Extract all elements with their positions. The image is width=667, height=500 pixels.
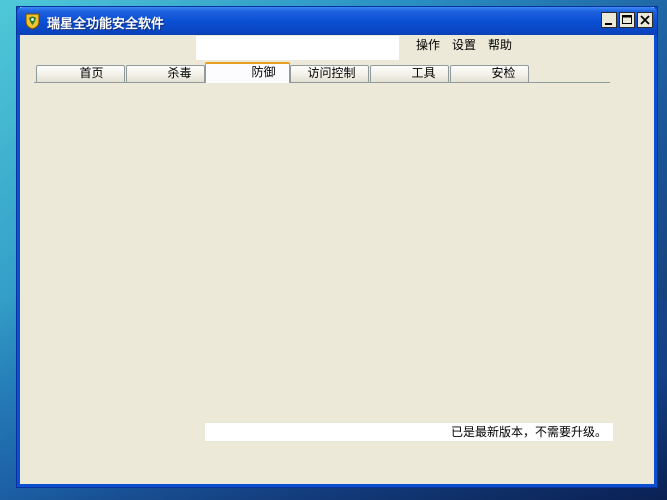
menu-help[interactable]: 帮助 [482,37,518,53]
tab-tools[interactable]: 工具 [370,65,449,82]
menu-operation[interactable]: 操作 [410,37,446,53]
rising-lion-icon [25,13,40,30]
tab-antivirus[interactable]: 杀毒 [126,65,205,82]
status-bar: 已是最新版本，不需要升级。 [205,423,613,441]
menu-settings[interactable]: 设置 [446,37,482,53]
minimize-button[interactable] [601,12,617,28]
maximize-button[interactable] [619,12,635,28]
maximize-icon [622,15,632,24]
minimize-icon [605,23,612,25]
app-window: 瑞星全功能安全软件 操作 设置 帮助 首页 杀毒 防御 访问控制 工具 安检 已… [17,7,657,487]
close-button[interactable] [637,12,653,28]
tab-access-control[interactable]: 访问控制 [290,65,369,82]
header-blank-panel [196,36,399,60]
title-bar[interactable]: 瑞星全功能安全软件 [17,7,657,35]
tab-bar: 首页 杀毒 防御 访问控制 工具 安检 [34,62,614,83]
menu-bar: 操作 设置 帮助 [410,37,518,53]
close-icon [640,15,650,25]
tab-antivirus-label: 杀毒 [167,66,192,80]
tab-tools-label: 工具 [411,66,436,80]
tab-home-label: 首页 [79,66,104,80]
window-title: 瑞星全功能安全软件 [47,17,165,32]
tab-security-check-label: 安检 [491,66,516,80]
tab-home[interactable]: 首页 [36,65,125,82]
tab-divider [34,82,610,83]
tab-defense-label: 防御 [251,65,276,79]
tab-defense[interactable]: 防御 [205,62,290,83]
tab-security-check[interactable]: 安检 [450,65,529,82]
update-status-text: 已是最新版本，不需要升级。 [450,425,607,439]
tab-access-control-label: 访问控制 [307,66,356,80]
